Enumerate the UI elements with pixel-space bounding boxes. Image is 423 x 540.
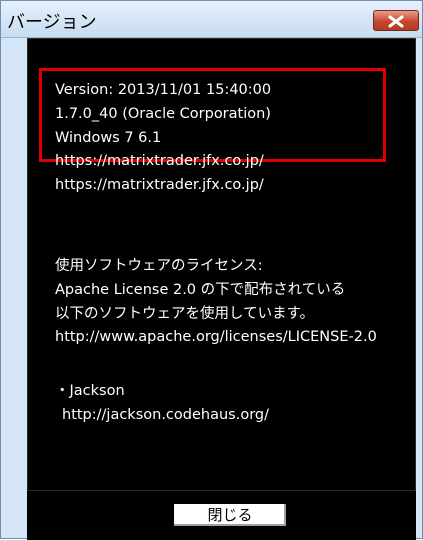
url-text-2: https://matrixtrader.jfx.co.jp/ <box>55 177 264 193</box>
window-close-button[interactable] <box>373 10 419 31</box>
title-bar[interactable]: バージョン <box>1 1 422 38</box>
close-x-icon <box>388 15 404 28</box>
url-text-1: https://matrixtrader.jfx.co.jp/ <box>55 153 264 169</box>
library-name: ・Jackson <box>55 383 125 399</box>
library-url: http://jackson.codehaus.org/ <box>62 407 269 423</box>
about-content: Version: 2013/11/01 15:40:00 1.7.0_40 (O… <box>27 38 416 491</box>
license-heading: 使用ソフトウェアのライセンス: <box>55 258 263 274</box>
java-version-text: 1.7.0_40 (Oracle Corporation) <box>55 106 271 122</box>
license-url: http://www.apache.org/licenses/LICENSE-2… <box>55 329 377 345</box>
os-version-text: Windows 7 6.1 <box>55 130 162 146</box>
dialog-footer: 閉じる <box>27 491 416 540</box>
version-dialog: バージョン Version: 2013/11/01 15:40:00 1.7.0… <box>0 0 423 540</box>
license-line-1: Apache License 2.0 の下で配布されている <box>55 282 346 298</box>
version-text: Version: 2013/11/01 15:40:00 <box>55 82 272 98</box>
window-title: バージョン <box>7 12 97 33</box>
close-dialog-button[interactable]: 閉じる <box>173 503 287 527</box>
license-line-2: 以下のソフトウェアを使用しています。 <box>55 306 315 322</box>
